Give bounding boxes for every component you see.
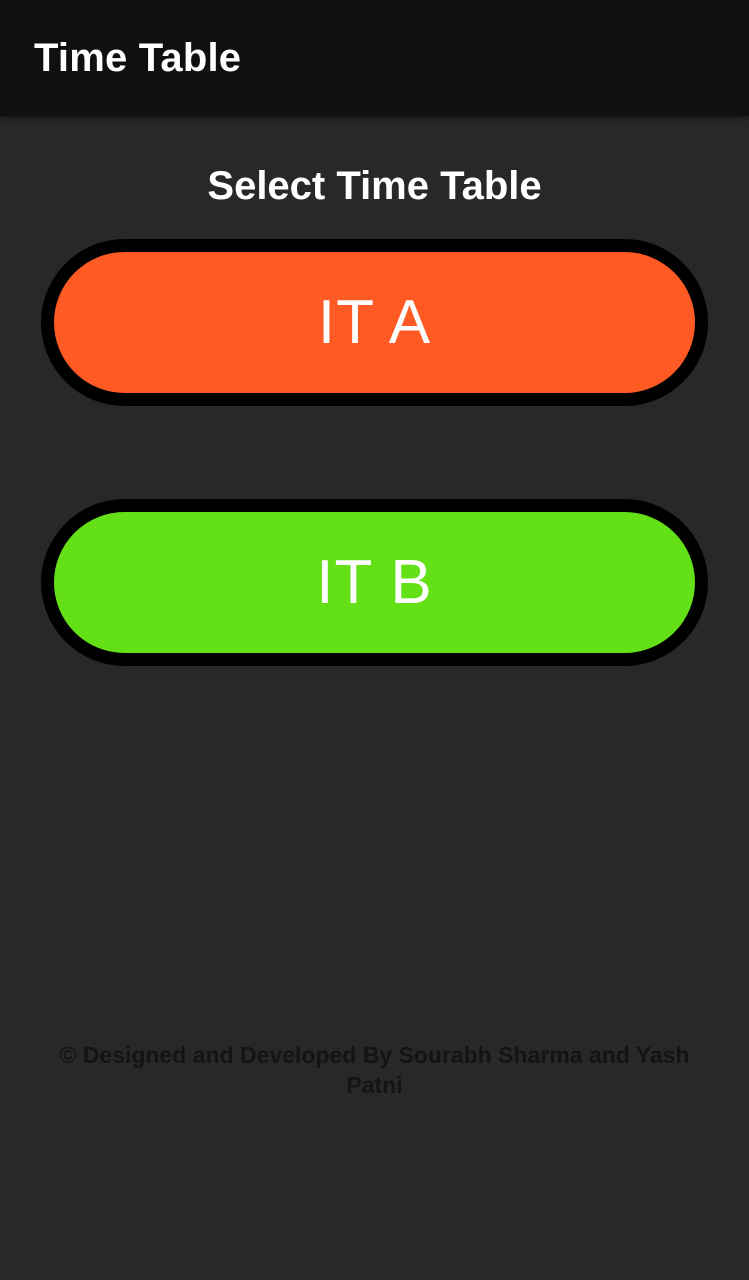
page-heading: Select Time Table	[207, 164, 542, 208]
it-a-button-label: IT A	[317, 288, 432, 357]
app-bar: Time Table	[0, 0, 749, 116]
footer-credit: © Designed and Developed By Sourabh Shar…	[59, 1042, 690, 1098]
it-b-button[interactable]: IT B	[41, 499, 708, 666]
app-title: Time Table	[34, 36, 242, 80]
it-b-button-label: IT B	[316, 548, 433, 617]
app-screen: Time Table Select Time Table IT A IT B ©…	[0, 0, 749, 1280]
it-a-button[interactable]: IT A	[41, 239, 708, 406]
